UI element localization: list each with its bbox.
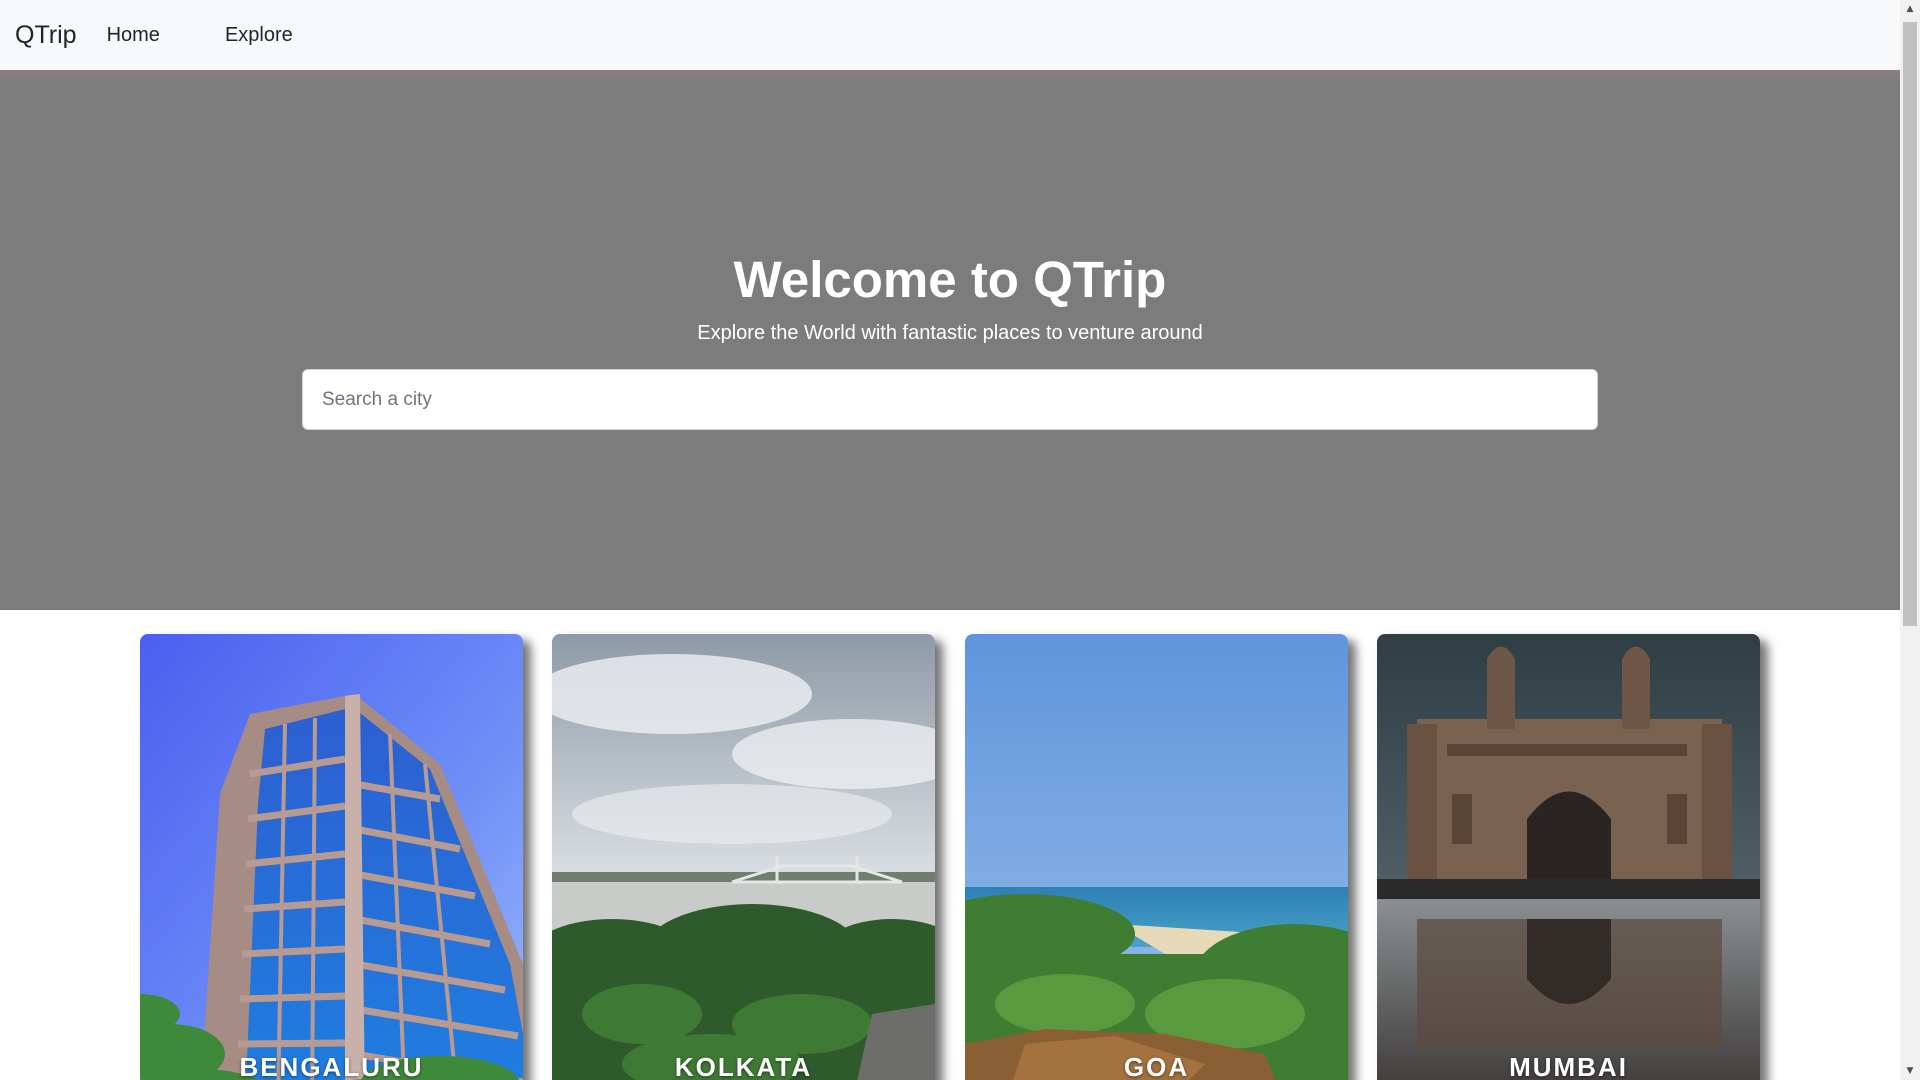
city-cards: BENGALURU KOLKATA GOA MUMBAI [0,634,1900,1080]
city-name-bengaluru: BENGALURU [239,1052,424,1080]
city-name-goa: GOA [1123,1052,1190,1080]
page-scrollbar[interactable]: ▲ ▼ [1900,0,1920,1080]
goa-photo [965,634,1348,1080]
hero-title: Welcome to QTrip [733,251,1167,308]
city-name-mumbai: MUMBAI [1509,1052,1628,1080]
hero-subtitle: Explore the World with fantastic places … [697,322,1203,344]
search-city-input[interactable] [302,369,1598,430]
city-card-kolkata[interactable]: KOLKATA [552,634,935,1080]
nav-link-explore[interactable]: Explore [225,24,293,47]
kolkata-photo [552,634,935,1080]
city-name-kolkata: KOLKATA [674,1052,813,1080]
bengaluru-photo [140,634,523,1080]
mumbai-photo [1377,634,1760,1080]
city-card-bengaluru[interactable]: BENGALURU [140,634,523,1080]
city-card-mumbai[interactable]: MUMBAI [1377,634,1760,1080]
page: QTrip Home Explore Welcome to QTrip Expl… [0,0,1920,1080]
scroll-down-arrow-icon[interactable]: ▼ [1900,1062,1920,1080]
nav-link-home[interactable]: Home [107,24,160,47]
navbar: QTrip Home Explore [0,0,1900,70]
scroll-up-arrow-icon[interactable]: ▲ [1900,0,1920,18]
scrollbar-thumb[interactable] [1903,22,1917,626]
city-card-goa[interactable]: GOA [965,634,1348,1080]
hero-banner: Welcome to QTrip Explore the World with … [0,70,1900,610]
brand-logo[interactable]: QTrip [15,21,77,50]
